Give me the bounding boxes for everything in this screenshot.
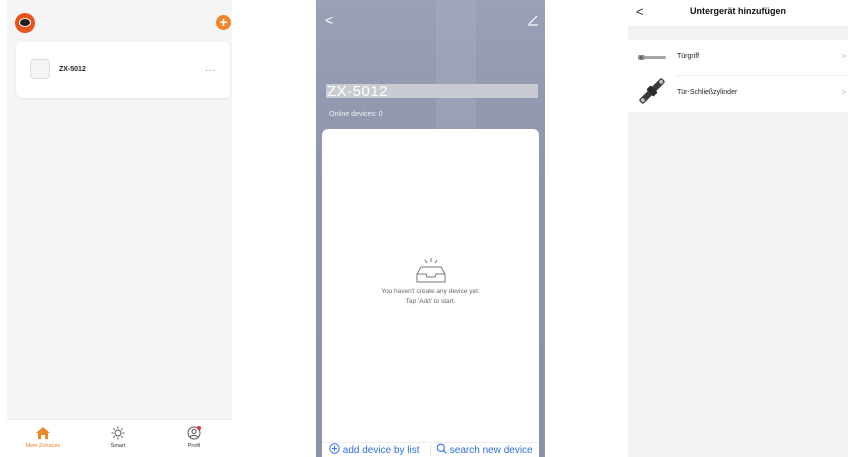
chevron-right-icon: > bbox=[841, 51, 847, 61]
home-detail-screen: < ZX-5012 Online devices: 0 You haven't … bbox=[316, 0, 545, 457]
add-device-by-list-button[interactable]: add device by list bbox=[329, 443, 420, 457]
door-handle-icon bbox=[638, 55, 666, 60]
empty-state-hint: Tap 'Add' to start. bbox=[405, 298, 456, 305]
tab-smart[interactable]: Smart bbox=[88, 426, 148, 449]
empty-state-text: You haven't create any device yet. bbox=[381, 288, 480, 295]
search-new-device-button[interactable]: search new device bbox=[436, 443, 533, 457]
list-item-label: Tür-Schließzylinder bbox=[677, 89, 738, 96]
bottom-action-bar: add device by list search new device bbox=[322, 442, 539, 457]
tab-bar: Mein Zuhause Smart Profil bbox=[7, 419, 232, 457]
tab-label: Smart bbox=[110, 443, 126, 449]
lock-cylinder-icon bbox=[639, 78, 665, 104]
add-subdevice-screen: < Untergerät hinzufügen Türgriff > Tür-S… bbox=[628, 0, 848, 457]
device-card[interactable]: ZX-5012 ... bbox=[16, 42, 230, 98]
tab-label: Mein Zuhause bbox=[25, 443, 61, 449]
add-icon[interactable]: + bbox=[216, 15, 231, 30]
home-name: ZX-5012 bbox=[327, 83, 389, 100]
home-icon bbox=[36, 427, 50, 439]
add-circle-icon bbox=[329, 443, 340, 454]
empty-inbox-icon bbox=[416, 258, 446, 283]
divider bbox=[430, 445, 431, 456]
back-button[interactable]: < bbox=[325, 12, 333, 28]
device-list-panel: You haven't create any device yet. Tap '… bbox=[322, 129, 539, 442]
tab-label: Profil bbox=[187, 443, 201, 449]
subdevice-list: Türgriff > Tür-Schließzylinder > bbox=[628, 40, 848, 112]
sun-icon bbox=[111, 426, 125, 440]
search-icon bbox=[436, 443, 447, 454]
home-screen: + ZX-5012 ... Mein Zuhause Smart Profil bbox=[7, 0, 232, 457]
search-new-device-label: search new device bbox=[449, 445, 533, 456]
list-item-tuer-schliesszylinder[interactable]: Tür-Schließzylinder > bbox=[628, 76, 848, 111]
tab-profil[interactable]: Profil bbox=[164, 426, 224, 449]
add-device-by-list-label: add device by list bbox=[342, 445, 420, 456]
edit-icon[interactable] bbox=[527, 14, 539, 26]
tab-mein-zuhause[interactable]: Mein Zuhause bbox=[13, 426, 73, 449]
list-item-tuergriff[interactable]: Türgriff > bbox=[628, 40, 848, 76]
chevron-right-icon: > bbox=[841, 87, 847, 97]
list-item-label: Türgriff bbox=[677, 53, 700, 60]
profile-icon bbox=[187, 426, 201, 440]
page-title: Untergerät hinzufügen bbox=[690, 6, 786, 16]
device-thumbnail-icon bbox=[30, 59, 50, 79]
nav-bar: < Untergerät hinzufügen bbox=[628, 0, 848, 26]
device-name: ZX-5012 bbox=[59, 66, 86, 73]
more-options-button[interactable]: ... bbox=[205, 63, 216, 74]
app-logo-icon[interactable] bbox=[15, 13, 35, 33]
online-devices-count: Online devices: 0 bbox=[329, 111, 383, 118]
